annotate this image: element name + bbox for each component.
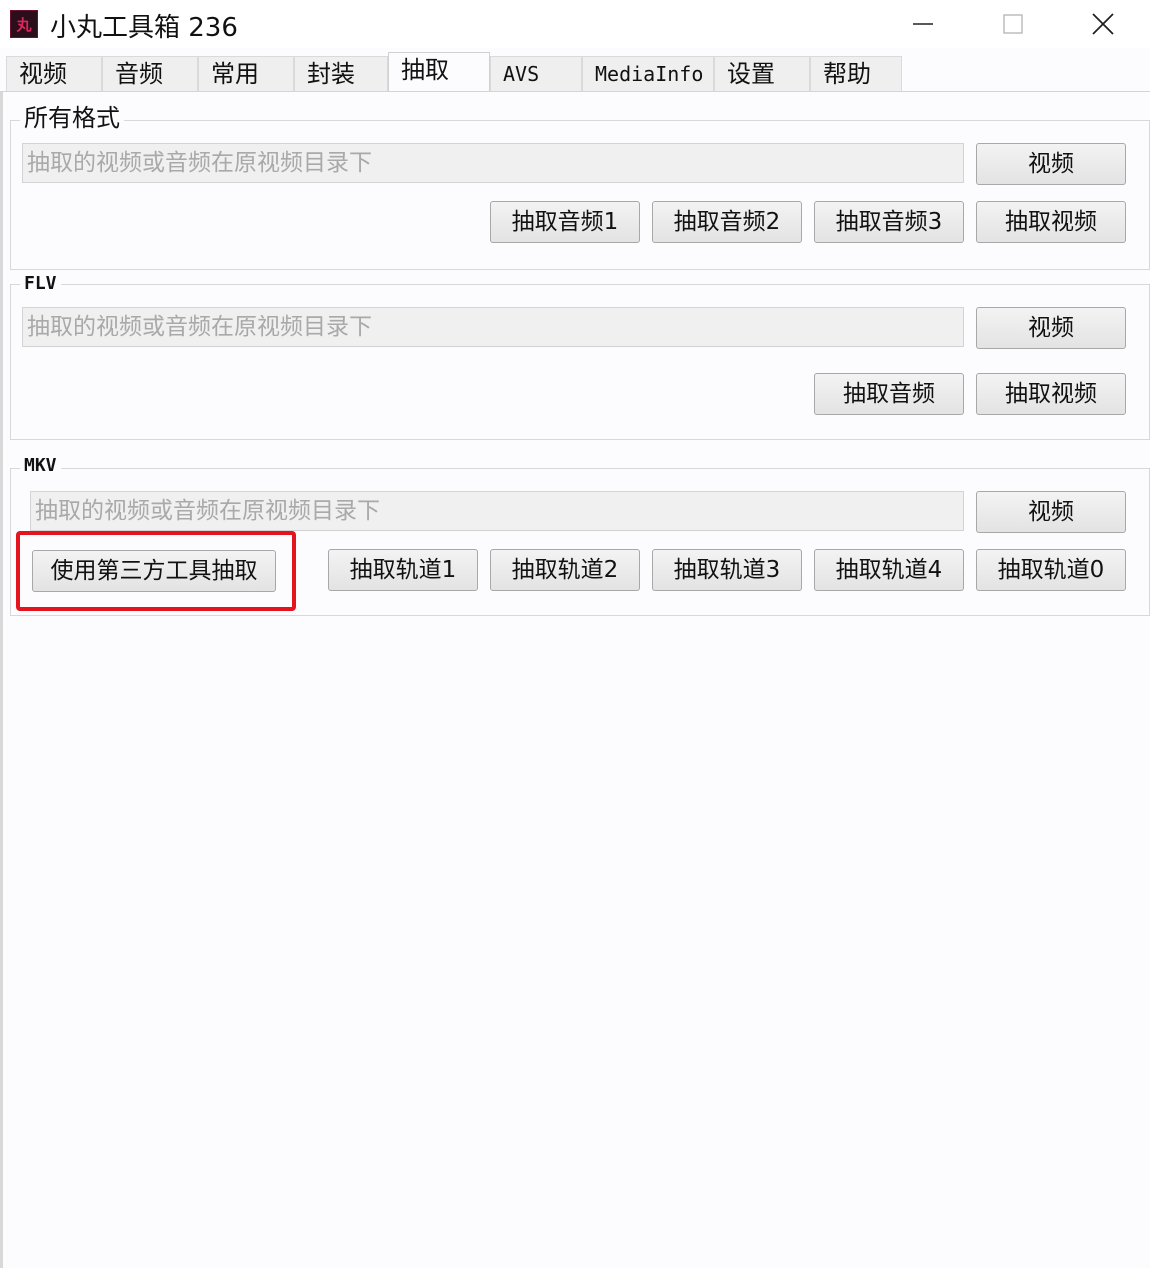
extract-audio-2-button[interactable]: 抽取音频2 [652, 201, 802, 243]
minimize-button[interactable] [878, 0, 968, 48]
extract-track-1-button[interactable]: 抽取轨道1 [328, 549, 478, 591]
tab-common[interactable]: 常用 [198, 56, 294, 92]
window-title: 小丸工具箱 236 [50, 13, 238, 43]
tab-bar: 视频 音频 常用 封装 抽取 AVS MediaInfo 设置 帮助 [4, 52, 1150, 92]
tab-audio[interactable]: 音频 [102, 56, 198, 92]
extract-track-4-button[interactable]: 抽取轨道4 [814, 549, 964, 591]
tab-mediainfo[interactable]: MediaInfo [582, 56, 714, 92]
group-all-formats-title: 所有格式 [20, 104, 124, 132]
tab-settings[interactable]: 设置 [714, 56, 810, 92]
flv-video-button[interactable]: 视频 [976, 307, 1126, 349]
left-border [0, 92, 3, 1268]
flv-path-input[interactable]: 抽取的视频或音频在原视频目录下 [22, 307, 964, 347]
close-button[interactable] [1058, 0, 1148, 48]
tab-help[interactable]: 帮助 [810, 56, 902, 92]
group-flv-title: FLV [20, 270, 61, 298]
minimize-icon [913, 23, 933, 25]
flv-extract-audio-button[interactable]: 抽取音频 [814, 373, 964, 415]
all-formats-path-input[interactable]: 抽取的视频或音频在原视频目录下 [22, 143, 964, 183]
all-formats-video-button[interactable]: 视频 [976, 143, 1126, 185]
tab-divider [0, 91, 1150, 92]
extract-track-3-button[interactable]: 抽取轨道3 [652, 549, 802, 591]
extract-track-0-button[interactable]: 抽取轨道0 [976, 549, 1126, 591]
extract-audio-1-button[interactable]: 抽取音频1 [490, 201, 640, 243]
extract-audio-3-button[interactable]: 抽取音频3 [814, 201, 964, 243]
mkv-video-button[interactable]: 视频 [976, 491, 1126, 533]
app-logo-glyph: 丸 [16, 15, 32, 34]
title-bar: 丸 小丸工具箱 236 [0, 0, 1150, 48]
mkv-path-input[interactable]: 抽取的视频或音频在原视频目录下 [30, 491, 964, 531]
third-party-extract-button[interactable]: 使用第三方工具抽取 [32, 550, 276, 592]
maximize-button[interactable] [968, 0, 1058, 48]
tab-avs[interactable]: AVS [490, 56, 582, 92]
group-mkv-title: MKV [20, 452, 61, 480]
app-logo-icon: 丸 [10, 10, 38, 38]
extract-video-button[interactable]: 抽取视频 [976, 201, 1126, 243]
tab-video[interactable]: 视频 [6, 56, 102, 92]
tab-mux[interactable]: 封装 [294, 56, 388, 92]
extract-track-2-button[interactable]: 抽取轨道2 [490, 549, 640, 591]
close-icon [1092, 13, 1114, 35]
tab-extract[interactable]: 抽取 [388, 52, 490, 92]
flv-extract-video-button[interactable]: 抽取视频 [976, 373, 1126, 415]
maximize-icon [1003, 14, 1023, 34]
